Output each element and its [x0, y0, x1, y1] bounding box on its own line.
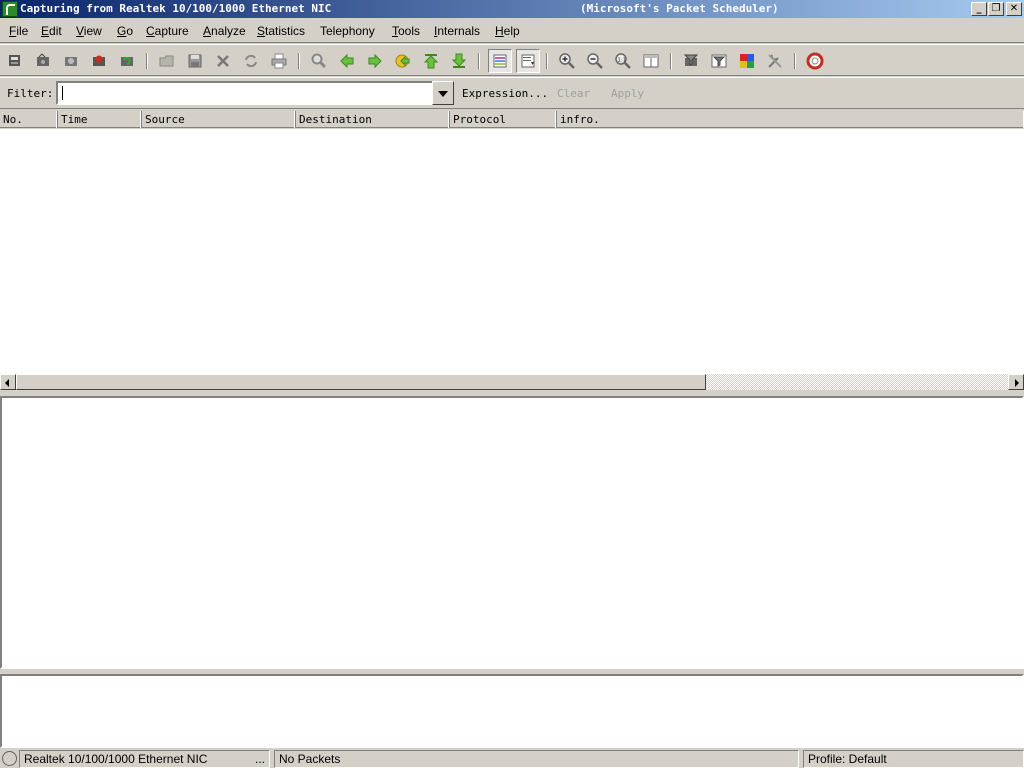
menu-tools[interactable]: Tools — [392, 24, 420, 38]
clear-button[interactable]: Clear — [557, 87, 590, 100]
open-file-icon[interactable] — [157, 51, 177, 71]
expert-info-icon[interactable] — [2, 751, 17, 766]
column-header-destination[interactable]: Destination — [296, 111, 450, 128]
reload-icon[interactable] — [241, 51, 261, 71]
capture-filters-icon[interactable] — [681, 51, 701, 71]
filter-input[interactable] — [56, 81, 434, 105]
menu-telephony[interactable]: Telephony — [320, 24, 375, 38]
filter-dropdown-button[interactable] — [432, 81, 454, 105]
save-file-icon[interactable] — [185, 51, 205, 71]
window-subtitle: (Microsoft's Packet Scheduler) — [580, 2, 779, 15]
options-icon[interactable] — [33, 51, 53, 71]
column-header-info[interactable]: infro. — [557, 111, 1024, 128]
interfaces-icon[interactable] — [5, 51, 25, 71]
zoom-out-icon[interactable] — [585, 51, 605, 71]
status-packets: No Packets — [274, 750, 799, 768]
toolbar-separator — [146, 53, 148, 69]
column-header-source[interactable]: Source — [142, 111, 296, 128]
status-interface: Realtek 10/100/1000 Ethernet NIC ... — [19, 750, 270, 768]
window-title: Capturing from Realtek 10/100/1000 Ether… — [20, 2, 332, 15]
help-icon[interactable] — [805, 51, 825, 71]
status-interface-text: Realtek 10/100/1000 Ethernet NIC — [24, 752, 208, 766]
column-header-no[interactable]: No. — [0, 111, 58, 128]
scrollbar-thumb[interactable] — [16, 374, 706, 390]
filter-toolbar: Filter: Expression... Clear Apply — [0, 77, 1024, 109]
first-packet-icon[interactable] — [421, 51, 441, 71]
column-header-protocol[interactable]: Protocol — [450, 111, 557, 128]
auto-scroll-icon[interactable] — [516, 49, 540, 73]
menu-capture[interactable]: Capture — [146, 24, 189, 38]
restore-button[interactable]: ❐ — [988, 2, 1004, 16]
scroll-right-button[interactable] — [1008, 374, 1024, 390]
stop-capture-icon[interactable] — [89, 51, 109, 71]
main-toolbar: 1:1 — [0, 44, 1024, 76]
horizontal-scrollbar[interactable] — [0, 374, 1024, 390]
toolbar-separator — [478, 53, 480, 69]
restart-capture-icon[interactable] — [117, 51, 137, 71]
expression-button[interactable]: Expression... — [462, 87, 548, 100]
menu-statistics[interactable]: Statistics — [257, 24, 305, 38]
text-caret — [62, 86, 63, 100]
filter-label: Filter: — [7, 87, 54, 100]
toolbar-separator — [546, 53, 548, 69]
resize-columns-icon[interactable] — [641, 51, 661, 71]
toolbar-separator — [670, 53, 672, 69]
status-bar: Realtek 10/100/1000 Ethernet NIC ... No … — [0, 749, 1024, 768]
menu-help[interactable]: Help — [495, 24, 520, 38]
packet-bytes-pane[interactable] — [0, 674, 1024, 748]
go-to-packet-icon[interactable] — [393, 51, 413, 71]
menu-go[interactable]: Go — [117, 24, 133, 38]
app-icon[interactable] — [2, 1, 18, 17]
colorize-icon[interactable] — [488, 49, 512, 73]
packet-list[interactable] — [0, 129, 1024, 374]
toolbar-separator — [298, 53, 300, 69]
menu-internals[interactable]: Internals — [434, 24, 480, 38]
zoom-in-icon[interactable] — [557, 51, 577, 71]
status-profile[interactable]: Profile: Default — [803, 750, 1024, 768]
menu-edit[interactable]: Edit — [41, 24, 62, 38]
find-icon[interactable] — [309, 51, 329, 71]
packet-details-pane[interactable] — [0, 396, 1024, 669]
display-filters-icon[interactable] — [709, 51, 729, 71]
minimize-button[interactable]: _ — [971, 2, 987, 16]
go-back-icon[interactable] — [337, 51, 357, 71]
column-header-time[interactable]: Time — [58, 111, 142, 128]
apply-button[interactable]: Apply — [611, 87, 644, 100]
close-file-icon[interactable] — [213, 51, 233, 71]
menu-file[interactable]: File — [9, 24, 28, 38]
status-ellipsis: ... — [254, 752, 265, 766]
preferences-icon[interactable] — [765, 51, 785, 71]
svg-text:1:1: 1:1 — [617, 58, 626, 64]
print-icon[interactable] — [269, 51, 289, 71]
scroll-left-button[interactable] — [0, 374, 16, 390]
last-packet-icon[interactable] — [449, 51, 469, 71]
menu-analyze[interactable]: Analyze — [203, 24, 246, 38]
menu-bar: File Edit View Go Capture Analyze Statis… — [0, 19, 1024, 43]
toolbar-separator — [794, 53, 796, 69]
packet-list-header: No. Time Source Destination Protocol inf… — [0, 111, 1024, 128]
close-button[interactable]: ✕ — [1006, 2, 1022, 16]
start-capture-icon[interactable] — [61, 51, 81, 71]
title-bar: Capturing from Realtek 10/100/1000 Ether… — [0, 0, 1024, 18]
coloring-rules-icon[interactable] — [737, 51, 757, 71]
go-forward-icon[interactable] — [365, 51, 385, 71]
normal-size-icon[interactable]: 1:1 — [613, 51, 633, 71]
menu-view[interactable]: View — [76, 24, 102, 38]
